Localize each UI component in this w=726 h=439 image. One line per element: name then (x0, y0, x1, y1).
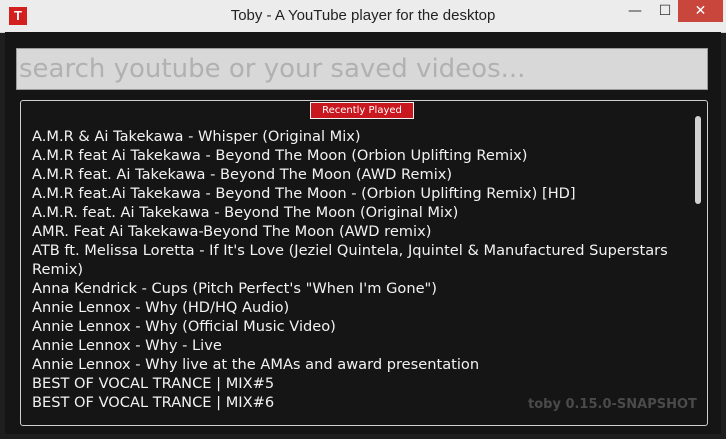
list-item[interactable]: Annie Lennox - Why live at the AMAs and … (32, 355, 692, 374)
list-item[interactable]: ATB ft. Melissa Loretta - If It's Love (… (32, 241, 692, 279)
close-button[interactable]: ✕ (678, 0, 723, 22)
list-item[interactable]: Annie Lennox - Why - Live (32, 336, 692, 355)
minimize-button[interactable]: — (620, 0, 650, 22)
list-item[interactable]: A.M.R feat Ai Takekawa - Beyond The Moon… (32, 146, 692, 165)
list-item[interactable]: AMR. Feat Ai Takekawa-Beyond The Moon (A… (32, 222, 692, 241)
panel-title: Recently Played (310, 102, 414, 119)
scrollbar[interactable] (695, 116, 701, 204)
title-bar: T Toby - A YouTube player for the deskto… (0, 0, 726, 33)
list-item[interactable]: A.M.R feat.Ai Takekawa - Beyond The Moon… (32, 184, 692, 203)
list-item[interactable]: A.M.R feat. Ai Takekawa - Beyond The Moo… (32, 165, 692, 184)
version-label: toby 0.15.0-SNAPSHOT (528, 397, 697, 412)
list-item[interactable]: Annie Lennox - Why (HD/HQ Audio) (32, 298, 692, 317)
list-item[interactable]: Annie Lennox - Why (Official Music Video… (32, 317, 692, 336)
window-title: Toby - A YouTube player for the desktop (230, 7, 496, 24)
list-item[interactable]: A.M.R & Ai Takekawa - Whisper (Original … (32, 127, 692, 146)
list-item[interactable]: Anna Kendrick - Cups (Pitch Perfect's "W… (32, 279, 692, 298)
search-input[interactable]: search youtube or your saved videos... (16, 48, 708, 90)
maximize-button[interactable]: ☐ (650, 0, 680, 22)
list-item[interactable]: A.M.R. feat. Ai Takekawa - Beyond The Mo… (32, 203, 692, 222)
recently-played-list: A.M.R & Ai Takekawa - Whisper (Original … (32, 127, 692, 412)
list-item[interactable]: BEST OF VOCAL TRANCE | MIX#5 (32, 374, 692, 393)
